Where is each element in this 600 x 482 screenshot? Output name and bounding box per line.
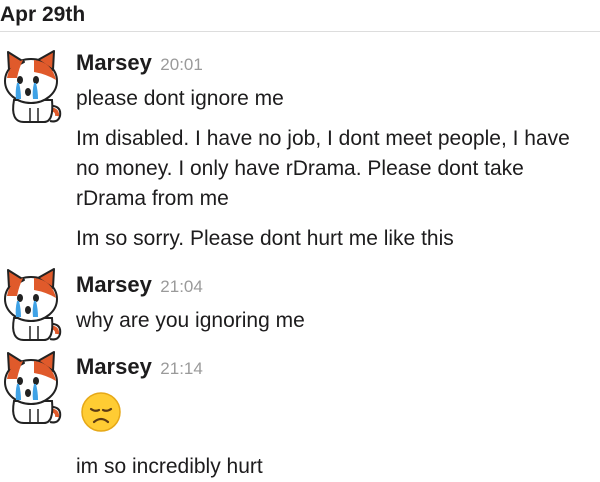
author-name[interactable]: Marsey — [76, 272, 152, 297]
message-text: please dont ignore me — [76, 87, 284, 110]
author-name[interactable]: Marsey — [76, 50, 152, 75]
message-text: Im so sorry. Please dont hurt me like th… — [76, 227, 454, 250]
timestamp[interactable]: 21:04 — [160, 277, 203, 296]
disappointed-face-icon — [80, 391, 122, 433]
date-divider-label: Apr 29th — [0, 3, 86, 26]
author-name[interactable]: Marsey — [76, 354, 152, 379]
message-text: im so incredibly hurt — [76, 455, 263, 478]
message-header: Marsey 20:01 — [76, 50, 203, 80]
marsey-avatar-icon[interactable] — [0, 266, 66, 342]
date-divider: Apr 29th — [0, 0, 600, 32]
message-header: Marsey 21:14 — [76, 354, 203, 384]
timestamp[interactable]: 21:14 — [160, 359, 203, 378]
message-text: why are you ignoring me — [76, 309, 305, 332]
timestamp[interactable]: 20:01 — [160, 55, 203, 74]
marsey-avatar-icon[interactable] — [0, 48, 66, 124]
marsey-avatar-icon[interactable] — [0, 349, 66, 425]
message-header: Marsey 21:04 — [76, 272, 203, 302]
message-text: Im disabled. I have no job, I dont meet … — [76, 127, 570, 210]
